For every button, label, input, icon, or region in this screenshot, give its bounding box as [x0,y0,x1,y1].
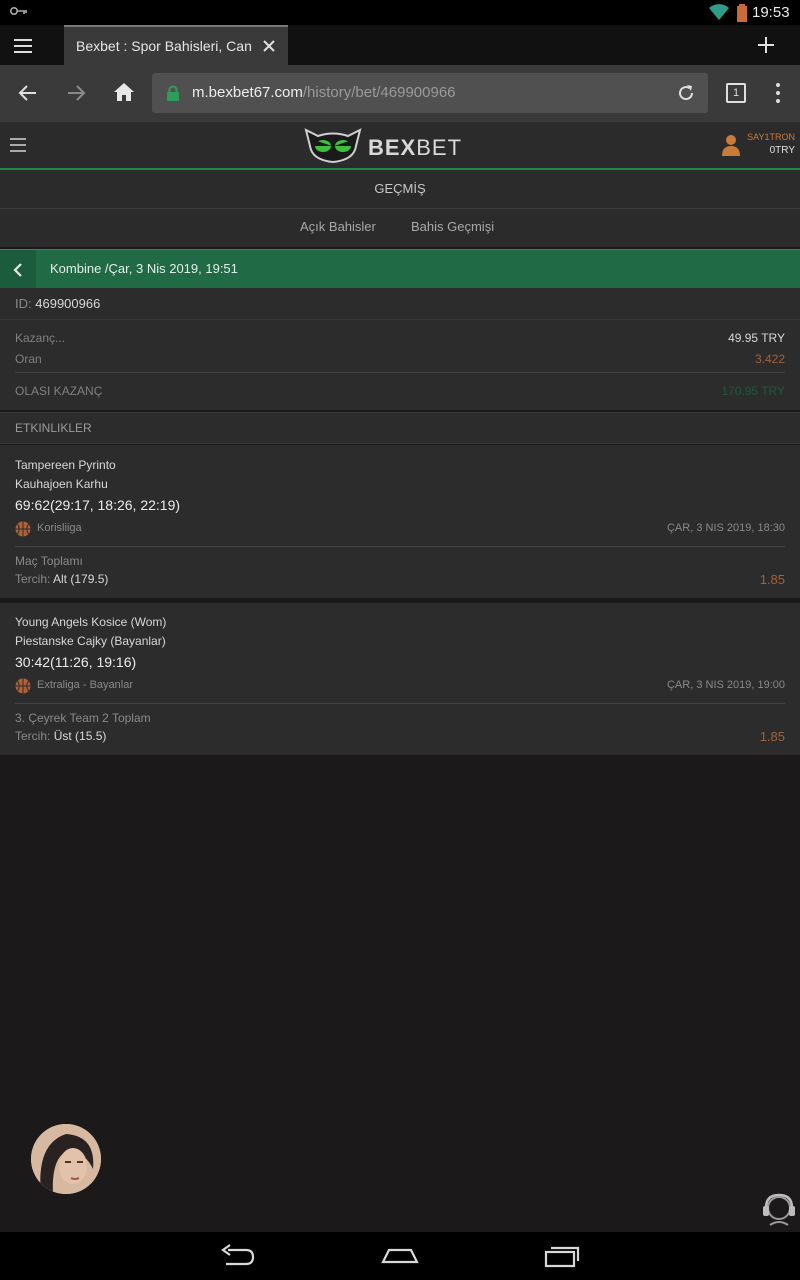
stake-value: 49.95 TRY [728,331,785,345]
list-item: Young Angels Kosice (Wom) Piestanske Caj… [0,603,800,755]
home-team: Young Angels Kosice (Wom) [15,615,167,629]
tab-open-bets[interactable]: Açık Bahisler [300,219,376,234]
back-arrow-icon[interactable] [18,83,38,103]
browser-menu-icon[interactable] [14,35,54,57]
site-header: BEXBET SAY1TRON 0TRY [0,122,800,168]
site-menu-icon[interactable] [10,138,30,156]
match-date: ÇAR, 3 NIS 2019, 19:00 [666,679,785,691]
pick-label: Tercih: [15,572,51,586]
tab-switcher-button[interactable]: 1 [726,83,746,103]
away-team: Piestanske Cajky (Bayanlar) [15,634,166,648]
owl-logo-icon [304,128,362,164]
recents-nav-icon[interactable] [544,1244,580,1268]
wifi-icon [709,4,729,20]
home-team: Tampereen Pyrinto [15,458,116,472]
balance: 0TRY [769,145,795,156]
url-field[interactable]: m.bexbet67.com/history/bet/469900966 [152,73,708,113]
odds-label: Oran [15,352,42,366]
battery-icon [737,4,747,22]
more-options-icon[interactable] [776,83,782,107]
bet-id: 469900966 [35,296,101,311]
lock-icon [167,85,179,101]
pick-value: Üst (15.5) [53,729,107,743]
system-nav-bar [0,1232,800,1280]
stake-label: Kazanç... [15,331,66,345]
browser-tab[interactable]: Bexbet : Spor Bahisleri, Canl [64,25,288,65]
bexbet-logo[interactable]: BEXBET [304,126,461,166]
bet-title: Kombine /Çar, 3 Nis 2019, 19:51 [50,261,238,276]
page-title: GEÇMİŞ [0,170,800,209]
odds-value: 3.422 [754,352,785,366]
match-date: ÇAR, 3 NIS 2019, 18:30 [666,522,785,534]
close-icon[interactable] [260,37,278,55]
browser-tab-bar: Bexbet : Spor Bahisleri, Canl [0,25,800,65]
event-odd: 1.85 [759,572,785,587]
home-icon[interactable] [113,82,135,102]
events-title: ETKINLIKLER [15,421,92,435]
username: SAY1TRON [747,132,795,142]
market-name: 3. Çeyrek Team 2 Toplam [15,711,151,725]
url-text: m.bexbet67.com/history/bet/469900966 [192,84,456,101]
list-item: Tampereen Pyrinto Kauhajoen Karhu 69:62(… [0,445,800,598]
reload-icon[interactable] [676,83,696,103]
match-score: 30:42(11:26, 19:16) [15,654,137,670]
league-name: Korisliiga [37,522,82,534]
potential-win-label: OLASI KAZANÇ [15,384,103,398]
pick-label: Tercih: [15,729,51,743]
back-button[interactable] [0,250,36,289]
chat-avatar[interactable] [31,1124,101,1194]
url-path: /history/bet/469900966 [302,84,456,101]
tab-title: Bexbet : Spor Bahisleri, Canl [76,38,251,54]
status-bar: 19:53 [0,0,800,25]
away-team: Kauhajoen Karhu [15,477,108,491]
key-icon [10,7,27,15]
user-icon [722,135,740,156]
potential-win-value: 170.95 TRY [721,384,785,398]
history-subtabs: Açık Bahisler Bahis Geçmişi [0,209,800,247]
url-host: m.bexbet67.com [192,84,303,101]
league-name: Extraliga - Bayanlar [37,679,133,691]
chevron-left-icon [13,263,22,277]
basketball-icon [15,678,31,694]
new-tab-icon[interactable] [756,35,776,55]
event-odd: 1.85 [759,729,785,744]
pick-value: Alt (179.5) [53,572,109,586]
back-nav-icon[interactable] [220,1244,256,1268]
market-name: Maç Toplamı [15,554,83,568]
person-photo-icon [31,1124,101,1194]
bet-summary: Kazanç... 49.95 TRY Oran 3.422 OLASI KAZ… [0,320,800,410]
bet-id-row: ID: 469900966 [0,288,800,320]
user-account[interactable]: SAY1TRON 0TRY [722,132,798,162]
bet-id-label: ID: [15,296,32,311]
basketball-icon [15,521,31,537]
logo-text: BEXBET [368,135,463,160]
home-nav-icon[interactable] [381,1244,419,1268]
bet-header: Kombine /Çar, 3 Nis 2019, 19:51 [0,249,800,289]
support-headset-icon[interactable] [760,1192,798,1228]
forward-arrow-icon[interactable] [66,83,86,103]
events-header: ETKINLIKLER [0,412,800,444]
clock: 19:53 [752,4,790,21]
match-score: 69:62(29:17, 18:26, 22:19) [15,497,181,513]
tab-bet-history[interactable]: Bahis Geçmişi [411,219,494,234]
address-bar: m.bexbet67.com/history/bet/469900966 1 [0,65,800,122]
